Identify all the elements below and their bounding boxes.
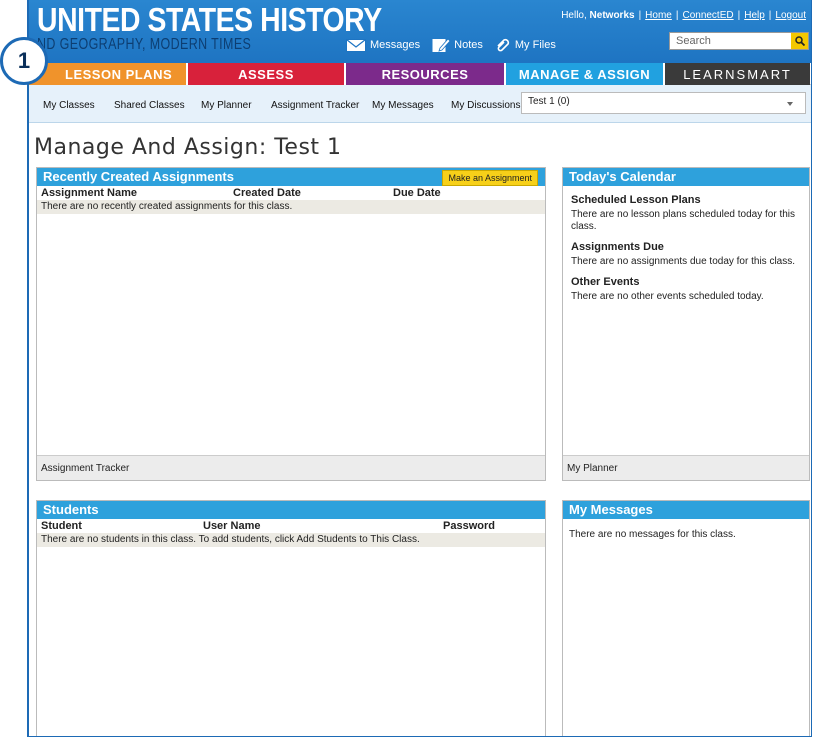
tab-assess[interactable]: ASSESS — [188, 63, 346, 85]
students-empty-message: There are no students in this class. To … — [37, 533, 545, 547]
calendar-section-other-events: Other Events There are no other events s… — [563, 276, 809, 303]
search-button[interactable] — [791, 33, 808, 49]
search-box — [669, 32, 809, 50]
col-password[interactable]: Password — [443, 520, 495, 532]
logout-link[interactable]: Logout — [775, 10, 806, 21]
messages-label: Messages — [370, 39, 421, 51]
calendar-heading: Other Events — [571, 276, 640, 288]
subnav-my-messages[interactable]: My Messages — [372, 100, 434, 111]
connected-link[interactable]: ConnectED — [682, 10, 733, 21]
col-due-date[interactable]: Due Date — [393, 187, 441, 199]
calendar-panel-header: Today's Calendar — [563, 168, 809, 186]
my-planner-link[interactable]: My Planner — [563, 455, 809, 480]
tab-lesson-plans[interactable]: LESSON PLANS — [29, 63, 188, 85]
calendar-text: There are no other events scheduled toda… — [571, 291, 764, 302]
main-tabs: LESSON PLANS ASSESS RESOURCES MANAGE & A… — [29, 63, 811, 85]
messages-panel: My Messages There are no messages for th… — [562, 500, 810, 736]
col-user-name[interactable]: User Name — [203, 520, 443, 532]
envelope-icon — [346, 38, 366, 52]
calendar-panel-title: Today's Calendar — [569, 169, 676, 184]
my-files-label: My Files — [514, 39, 556, 51]
calendar-section-assignments-due: Assignments Due There are no assignments… — [563, 241, 809, 268]
students-panel-header: Students — [37, 501, 545, 519]
assignments-panel-header: Recently Created Assignments Make an Ass… — [37, 168, 545, 186]
page-title: Manage And Assign: Test 1 — [34, 135, 342, 160]
students-column-headers: Student User Name Password — [37, 519, 545, 533]
subnav-shared-classes[interactable]: Shared Classes — [114, 100, 185, 111]
assignments-empty-message: There are no recently created assignment… — [37, 200, 545, 214]
calendar-section-lesson-plans: Scheduled Lesson Plans There are no less… — [563, 194, 809, 233]
assignments-column-headers: Assignment Name Created Date Due Date — [37, 186, 545, 200]
tab-manage-assign[interactable]: MANAGE & ASSIGN — [506, 63, 665, 85]
calendar-heading: Scheduled Lesson Plans — [571, 194, 701, 206]
site-subtitle: ND GEOGRAPHY, MODERN TIMES — [37, 36, 252, 53]
col-assignment-name[interactable]: Assignment Name — [41, 187, 233, 199]
messages-tool[interactable]: Messages — [346, 38, 421, 52]
subnav-my-discussions[interactable]: My Discussions — [451, 100, 520, 111]
calendar-text: There are no assignments due today for t… — [571, 256, 796, 267]
calendar-heading: Assignments Due — [571, 241, 664, 253]
search-input[interactable] — [670, 33, 788, 49]
callout-number: 1 — [17, 48, 31, 73]
students-panel: Students Student User Name Password Ther… — [36, 500, 546, 736]
header-tools: Messages Notes My Files — [346, 37, 568, 53]
subnav-my-planner[interactable]: My Planner — [201, 100, 252, 111]
calendar-panel: Today's Calendar Scheduled Lesson Plans … — [562, 167, 810, 481]
paperclip-icon — [497, 38, 509, 52]
calendar-text: There are no lesson plans scheduled toda… — [571, 209, 796, 232]
assignments-panel-title: Recently Created Assignments — [43, 169, 234, 184]
messages-panel-header: My Messages — [563, 501, 809, 519]
tab-resources[interactable]: RESOURCES — [346, 63, 506, 85]
tab-learnsmart[interactable]: LEARNSMART — [665, 63, 810, 85]
students-panel-title: Students — [43, 502, 99, 517]
assignment-tracker-link[interactable]: Assignment Tracker — [37, 455, 545, 480]
site-title: UNITED STATES HISTORY — [37, 1, 382, 38]
notes-label: Notes — [454, 39, 483, 51]
subnav-assignment-tracker[interactable]: Assignment Tracker — [271, 100, 359, 111]
col-student[interactable]: Student — [41, 520, 203, 532]
help-link[interactable]: Help — [744, 10, 765, 21]
sub-navigation: My Classes Shared Classes My Planner Ass… — [29, 85, 811, 123]
top-links: Hello, Networks | Home | ConnectED | Help | Logo… — [561, 10, 806, 21]
chevron-down-icon — [787, 102, 793, 106]
greeting-user: Networks — [589, 10, 635, 21]
subnav-my-classes[interactable]: My Classes — [43, 100, 95, 111]
greeting-prefix: Hello, — [561, 10, 590, 21]
my-files-tool[interactable]: My Files — [495, 37, 556, 53]
notes-icon — [432, 38, 451, 52]
class-select-value: Test 1 (0) — [528, 96, 570, 107]
search-icon — [794, 36, 805, 46]
make-assignment-button[interactable]: Make an Assignment — [442, 170, 538, 186]
step-callout-badge: 1 — [0, 37, 48, 85]
class-select[interactable]: Test 1 (0) — [521, 92, 806, 114]
messages-empty-message: There are no messages for this class. — [569, 529, 736, 540]
notes-tool[interactable]: Notes — [432, 37, 483, 53]
col-created-date[interactable]: Created Date — [233, 187, 393, 199]
home-link[interactable]: Home — [645, 10, 672, 21]
messages-panel-title: My Messages — [569, 502, 653, 517]
app-frame: UNITED STATES HISTORY ND GEOGRAPHY, MODE… — [27, 0, 812, 737]
site-header: UNITED STATES HISTORY ND GEOGRAPHY, MODE… — [29, 0, 811, 63]
assignments-panel: Recently Created Assignments Make an Ass… — [36, 167, 546, 481]
